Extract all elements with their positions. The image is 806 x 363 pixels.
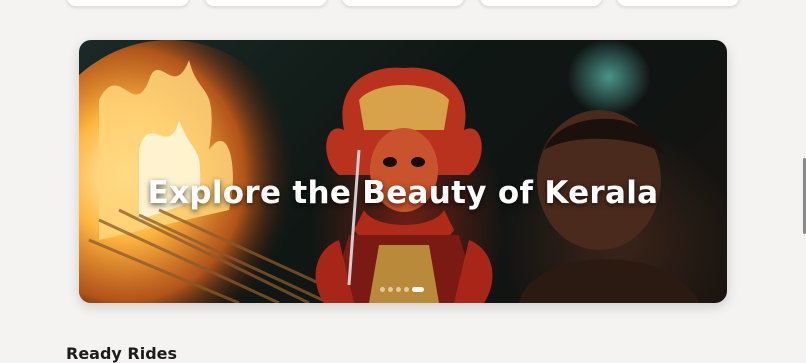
carousel-dot[interactable] bbox=[396, 286, 401, 292]
carousel-dot[interactable] bbox=[380, 286, 385, 292]
category-pill[interactable] bbox=[479, 0, 603, 7]
category-pill-row bbox=[66, 0, 740, 7]
category-pill[interactable] bbox=[341, 0, 465, 7]
hero-carousel[interactable]: Explore the Beauty of Kerala bbox=[79, 40, 727, 303]
carousel-dot[interactable] bbox=[404, 286, 409, 292]
category-pill[interactable] bbox=[616, 0, 740, 7]
carousel-dot[interactable] bbox=[388, 286, 393, 292]
category-pill[interactable] bbox=[204, 0, 328, 7]
carousel-indicator bbox=[380, 286, 424, 292]
category-pill[interactable] bbox=[66, 0, 190, 7]
carousel-dot-active[interactable] bbox=[412, 286, 424, 292]
hero-title: Explore the Beauty of Kerala bbox=[147, 174, 659, 211]
